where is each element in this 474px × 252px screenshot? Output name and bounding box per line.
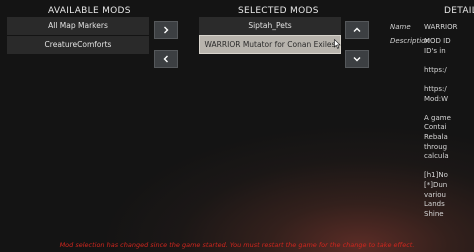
chevron-right-icon xyxy=(164,26,169,34)
details-description-text: MOD ID ID's in https:/ https:/Mod:W A gam… xyxy=(424,37,474,237)
chevron-down-icon xyxy=(353,57,361,62)
available-mod-item[interactable]: CreatureComforts xyxy=(7,36,149,54)
mouse-cursor-icon xyxy=(334,39,341,49)
restart-warning-message: Mod selection has changed since the game… xyxy=(59,241,415,249)
remove-mod-button[interactable] xyxy=(154,50,178,68)
description-line: MOD ID xyxy=(424,37,451,45)
description-line xyxy=(424,75,474,85)
description-line: Mod:W xyxy=(424,94,449,103)
description-line: throug xyxy=(424,142,448,151)
details-name-value: WARRIOR xyxy=(424,23,458,31)
description-line: A game xyxy=(424,113,451,122)
description-line: calcula xyxy=(424,152,449,161)
description-line: ID's in xyxy=(424,46,446,55)
description-line: Lands xyxy=(424,200,445,209)
description-line: variou xyxy=(424,190,446,199)
description-line xyxy=(424,104,474,114)
description-line: Contai xyxy=(424,123,447,132)
selected-mod-item[interactable]: Siptah_Pets xyxy=(199,17,341,35)
details-header: DETAIL xyxy=(444,6,474,16)
description-line xyxy=(424,162,474,172)
chevron-left-icon xyxy=(163,55,168,63)
description-line: Rebala xyxy=(424,132,448,141)
description-line: https:/ xyxy=(424,84,447,93)
move-up-button[interactable] xyxy=(345,21,369,39)
chevron-up-icon xyxy=(353,27,361,32)
available-mod-item[interactable]: All Map Markers xyxy=(7,17,149,35)
add-mod-button[interactable] xyxy=(154,21,178,39)
selected-mod-item-active[interactable]: WARRIOR Mutator for Conan Exiles xyxy=(199,35,341,54)
available-mods-header: AVAILABLE MODS xyxy=(48,6,131,16)
details-name-label: Name xyxy=(390,23,411,31)
selected-mods-header: SELECTED MODS xyxy=(238,6,319,16)
description-line: [h1]No xyxy=(424,171,448,180)
description-line xyxy=(424,56,474,66)
move-down-button[interactable] xyxy=(345,50,369,68)
description-line: Shine xyxy=(424,209,444,218)
description-line: [*]Dun xyxy=(424,180,448,189)
description-line: https:/ xyxy=(424,65,447,74)
